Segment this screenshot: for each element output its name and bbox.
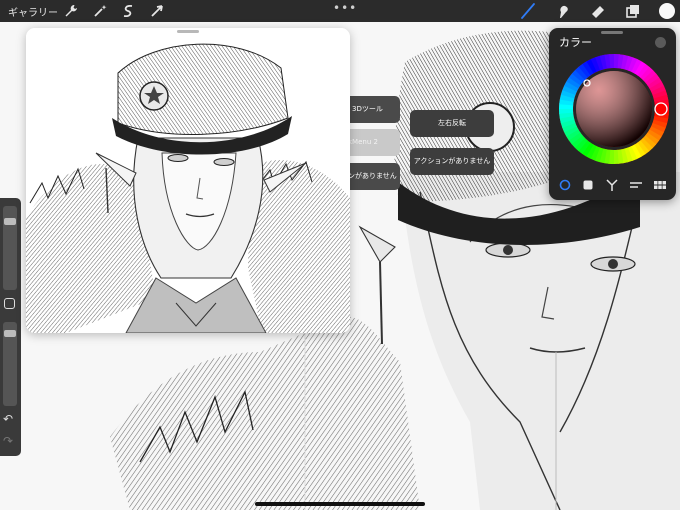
disc-icon[interactable]	[558, 178, 572, 192]
magic-wand-icon[interactable]	[92, 3, 108, 19]
color-panel-title: カラー	[559, 36, 592, 49]
undo-icon[interactable]: ↶	[3, 412, 13, 426]
opacity-knob[interactable]	[4, 330, 16, 337]
home-indicator[interactable]	[255, 502, 425, 506]
harmony-icon[interactable]	[605, 178, 619, 192]
menu-item-flip-horizontal[interactable]: 左右反転	[410, 110, 494, 137]
opacity-slider[interactable]	[3, 322, 17, 406]
current-color-button[interactable]	[659, 3, 675, 19]
wrench-icon[interactable]	[63, 3, 79, 19]
brush-size-knob[interactable]	[4, 218, 16, 225]
panel-grabber[interactable]	[601, 31, 623, 34]
reference-drag-handle[interactable]	[177, 30, 199, 33]
left-sidebar: ↶ ↷	[0, 198, 21, 456]
hue-cursor	[654, 102, 668, 116]
gallery-button[interactable]: ギャラリー	[8, 4, 58, 19]
more-options-button[interactable]: •••	[333, 1, 357, 15]
menu-item-no-actions[interactable]: アクションがありません	[410, 148, 494, 175]
brush-size-slider[interactable]	[3, 206, 17, 290]
transform-icon[interactable]	[149, 3, 165, 19]
menu-item-kmenu2[interactable]: kMenu 2	[344, 129, 400, 156]
palette-icon[interactable]	[653, 178, 667, 192]
value-icon[interactable]	[629, 178, 643, 192]
classic-icon[interactable]	[581, 178, 595, 192]
reference-window[interactable]	[26, 28, 350, 333]
menu-item-no-actions-back[interactable]: ンがありません	[344, 163, 400, 190]
redo-icon[interactable]: ↷	[3, 434, 13, 448]
menu-item-3d-tool[interactable]: 3Dツール	[344, 96, 400, 123]
color-disc[interactable]	[557, 52, 671, 166]
selection-icon[interactable]	[120, 3, 136, 19]
eraser-icon[interactable]	[590, 3, 606, 19]
top-toolbar: ギャラリー •••	[0, 0, 680, 22]
reference-image	[26, 28, 350, 333]
color-panel: カラー	[549, 28, 676, 200]
modify-button[interactable]	[4, 298, 15, 309]
layers-icon[interactable]	[625, 3, 641, 19]
brush-icon[interactable]	[520, 3, 536, 19]
smudge-icon[interactable]	[555, 3, 571, 19]
close-icon[interactable]	[655, 37, 666, 48]
